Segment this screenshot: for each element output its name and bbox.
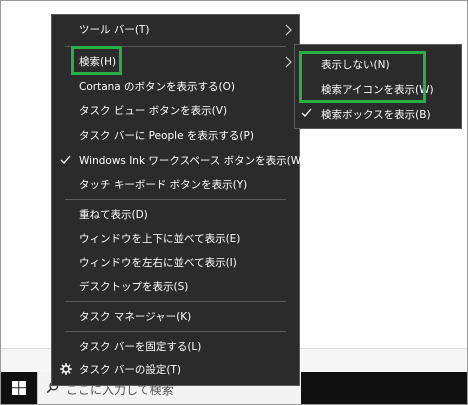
menu-item-show-windows-ink-button[interactable]: Windows Ink ワークスペース ボタンを表示(W)	[52, 149, 305, 174]
checkmark-icon	[60, 155, 71, 164]
submenu-item-show-search-box[interactable]: 検索ボックスを表示(B)	[295, 103, 461, 127]
menu-item-show-task-view-button[interactable]: タスク ビュー ボタンを表示(V)	[52, 99, 299, 124]
menu-separator	[65, 199, 286, 200]
chevron-right-icon	[285, 56, 292, 68]
windows-logo-icon	[12, 381, 26, 395]
screenshot-frame: ここに入力して検索 ツール バー(T) 検索(H) Cortana のボタンを表…	[0, 0, 468, 405]
menu-item-taskbar-settings[interactable]: タスク バーの設定(T)	[52, 358, 299, 383]
menu-item-label: タスク バーの設定(T)	[79, 364, 181, 376]
menu-item-show-cortana-button[interactable]: Cortana のボタンを表示する(O)	[52, 75, 299, 100]
gear-icon	[60, 363, 72, 375]
menu-item-show-touch-keyboard-button[interactable]: タッチ キーボード ボタンを表示(Y)	[52, 173, 299, 198]
menu-item-stack-windows[interactable]: ウィンドウを上下に並べて表示(E)	[52, 227, 299, 252]
menu-item-label: ウィンドウを上下に並べて表示(E)	[79, 233, 241, 245]
menu-item-label: ツール バー(T)	[79, 24, 150, 36]
menu-item-show-desktop[interactable]: デスクトップを表示(S)	[52, 275, 299, 300]
search-item-highlight	[71, 46, 122, 75]
menu-item-label: 重ねて表示(D)	[79, 209, 148, 221]
chevron-right-icon	[285, 24, 292, 36]
start-button[interactable]	[1, 372, 37, 404]
menu-item-label: タスク ビュー ボタンを表示(V)	[79, 105, 228, 117]
menu-separator	[65, 301, 286, 302]
menu-item-label: Cortana のボタンを表示する(O)	[79, 81, 236, 93]
menu-separator	[65, 331, 286, 332]
checkmark-icon	[301, 108, 312, 117]
menu-item-side-by-side-windows[interactable]: ウィンドウを左右に並べて表示(I)	[52, 251, 299, 276]
submenu-item-label: 検索ボックスを表示(B)	[321, 109, 431, 121]
menu-item-label: タスク バーに People を表示する(P)	[79, 130, 254, 142]
menu-item-label: タスク バーを固定する(L)	[79, 341, 202, 353]
menu-item-task-manager[interactable]: タスク マネージャー(K)	[52, 305, 299, 330]
menu-item-label: Windows Ink ワークスペース ボタンを表示(W)	[79, 155, 306, 167]
menu-item-label: ウィンドウを左右に並べて表示(I)	[79, 257, 237, 269]
menu-item-label: タスク マネージャー(K)	[79, 311, 192, 323]
menu-item-cascade-windows[interactable]: 重ねて表示(D)	[52, 203, 299, 228]
menu-item-label: デスクトップを表示(S)	[79, 281, 189, 293]
menu-item-label: タッチ キーボード ボタンを表示(Y)	[79, 179, 248, 191]
menu-item-show-people[interactable]: タスク バーに People を表示する(P)	[52, 124, 299, 149]
menu-item-toolbars[interactable]: ツール バー(T)	[52, 18, 299, 43]
submenu-options-highlight	[299, 51, 426, 103]
menu-item-lock-taskbar[interactable]: タスク バーを固定する(L)	[52, 335, 299, 360]
